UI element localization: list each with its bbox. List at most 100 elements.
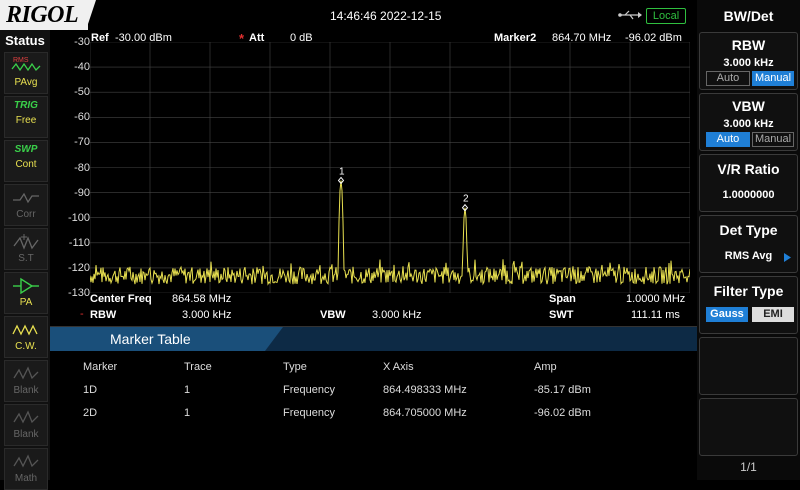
y-axis-label: -80	[74, 161, 90, 174]
row2-marker[interactable]: 2D	[83, 407, 97, 419]
filter-gauss-option[interactable]: Gauss	[706, 307, 748, 322]
col-header-marker: Marker	[83, 361, 118, 373]
rbw-softkey-value: 3.000 kHz	[723, 57, 774, 69]
swt-value[interactable]: 111.11 ms	[631, 309, 680, 321]
vbw-softkey-value: 3.000 kHz	[723, 118, 774, 130]
status-st: S.T	[4, 228, 48, 270]
trig-tag: TRIG	[14, 100, 38, 111]
average-waveform-icon	[11, 62, 41, 72]
vbw-softkey[interactable]: VBW 3.000 kHz Auto Manual	[699, 93, 798, 151]
status-pa-label: PA	[19, 297, 33, 308]
row1-amp: -85.17 dBm	[534, 384, 591, 396]
signal-tracking-icon	[13, 234, 39, 250]
row1-marker[interactable]: 1D	[83, 384, 97, 396]
swp-tag: SWP	[14, 144, 38, 155]
marker-table-panel: Marker Table Marker Trace Type X Axis Am…	[50, 326, 697, 481]
status-math-label: Math	[14, 473, 38, 484]
filter-type-softkey[interactable]: Filter Type Gauss EMI	[699, 276, 798, 334]
filter-type-title: Filter Type	[713, 283, 784, 299]
y-axis-label: -30	[74, 36, 90, 48]
status-corr-label: Corr	[16, 209, 36, 220]
rbw-manual-option[interactable]: Manual	[752, 71, 794, 86]
blank-trace-icon	[13, 366, 39, 380]
vbw-auto-option[interactable]: Auto	[706, 132, 750, 147]
col-header-x-axis: X Axis	[383, 361, 414, 373]
status-st-label: S.T	[18, 253, 34, 264]
center-freq-label: Center Freq	[90, 293, 152, 305]
local-remote-badge[interactable]: Local	[646, 8, 686, 24]
rbw-flag-icon: -	[80, 308, 84, 320]
filter-emi-option[interactable]: EMI	[752, 307, 794, 322]
span-value[interactable]: 1.0000 MHz	[626, 293, 685, 305]
col-header-type: Type	[283, 361, 307, 373]
marker-2-label: 2	[463, 194, 469, 205]
math-trace-icon	[13, 454, 39, 468]
submenu-arrow-icon	[784, 253, 791, 262]
vr-ratio-title: V/R Ratio	[717, 161, 780, 177]
col-header-trace: Trace	[184, 361, 212, 373]
row1-trace: 1	[184, 384, 191, 396]
y-axis-label: -90	[74, 186, 90, 199]
status-cw-label: C.W.	[15, 341, 37, 352]
correction-icon	[13, 192, 39, 204]
marker-table-header: Marker Table	[50, 327, 697, 351]
row2-trace: 1	[184, 407, 191, 419]
swt-label: SWT	[549, 309, 574, 321]
y-axis-label: -120	[67, 261, 90, 274]
logo-slant	[86, 0, 96, 30]
rigol-logo: RIGOL	[0, 0, 88, 30]
status-sweep-label: Cont	[15, 159, 37, 170]
rbw-value[interactable]: 3.000 kHz	[182, 309, 232, 321]
vbw-softkey-title: VBW	[732, 98, 765, 114]
marker-1-label: 1	[339, 166, 345, 177]
vr-ratio-softkey[interactable]: V/R Ratio 1.0000000	[699, 154, 798, 212]
status-math: Math	[4, 448, 48, 490]
status-trig-label: Free	[15, 115, 37, 126]
local-label: Local	[652, 10, 680, 22]
status-pa: PA	[4, 272, 48, 314]
menu-page-indicator: 1/1	[740, 460, 757, 474]
status-blank-1-label: Blank	[13, 385, 39, 396]
date-time: 14:46:46 2022-12-15	[330, 9, 442, 23]
y-axis-label: -130	[67, 287, 90, 299]
usb-icon	[618, 10, 642, 20]
rbw-softkey[interactable]: RBW 3.000 kHz Auto Manual	[699, 32, 798, 90]
row2-amp: -96.02 dBm	[534, 407, 591, 419]
vbw-manual-option[interactable]: Manual	[752, 132, 794, 147]
y-axis-label: -100	[67, 211, 90, 224]
vr-ratio-value: 1.0000000	[722, 189, 775, 201]
y-axis-label: -60	[74, 111, 90, 124]
span-label: Span	[549, 293, 576, 305]
row1-type: Frequency	[283, 384, 335, 396]
status-pavg-label: PAvg	[14, 77, 38, 88]
row2-x-axis: 864.705000 MHz	[383, 407, 467, 419]
empty-softkey-2[interactable]	[699, 398, 798, 456]
rbw-auto-option[interactable]: Auto	[706, 71, 750, 86]
vbw-label: VBW	[320, 309, 346, 321]
status-blank-2: Blank	[4, 404, 48, 446]
row2-type: Frequency	[283, 407, 335, 419]
y-axis-label: -110	[68, 236, 90, 249]
y-axis-label: -50	[74, 86, 90, 99]
det-type-softkey[interactable]: Det Type RMS Avg	[699, 215, 798, 273]
top-bar: RIGOL 14:46:46 2022-12-15 Local	[0, 0, 697, 30]
det-type-title: Det Type	[719, 222, 778, 238]
empty-softkey-1[interactable]	[699, 337, 798, 395]
spectrum-graph[interactable]: 12	[90, 42, 690, 293]
softkey-menu: BW/Det RBW 3.000 kHz Auto Manual VBW 3.0…	[697, 0, 800, 480]
y-axis-label: -70	[74, 136, 90, 149]
status-trig: TRIG Free	[4, 96, 48, 138]
det-type-value: RMS Avg	[724, 250, 773, 262]
status-sweep: SWP Cont	[4, 140, 48, 182]
logo-text: RIGOL	[6, 2, 79, 28]
status-blank-2-label: Blank	[13, 429, 39, 440]
row1-x-axis: 864.498333 MHz	[383, 384, 467, 396]
marker-table-title: Marker Table	[110, 331, 191, 347]
continuous-wave-icon	[12, 324, 38, 336]
center-freq-value[interactable]: 864.58 MHz	[172, 293, 231, 305]
status-blank-1: Blank	[4, 360, 48, 402]
vbw-value[interactable]: 3.000 kHz	[372, 309, 422, 321]
menu-title: BW/Det	[723, 8, 774, 24]
status-cw: C.W.	[4, 316, 48, 358]
status-corr: Corr	[4, 184, 48, 226]
